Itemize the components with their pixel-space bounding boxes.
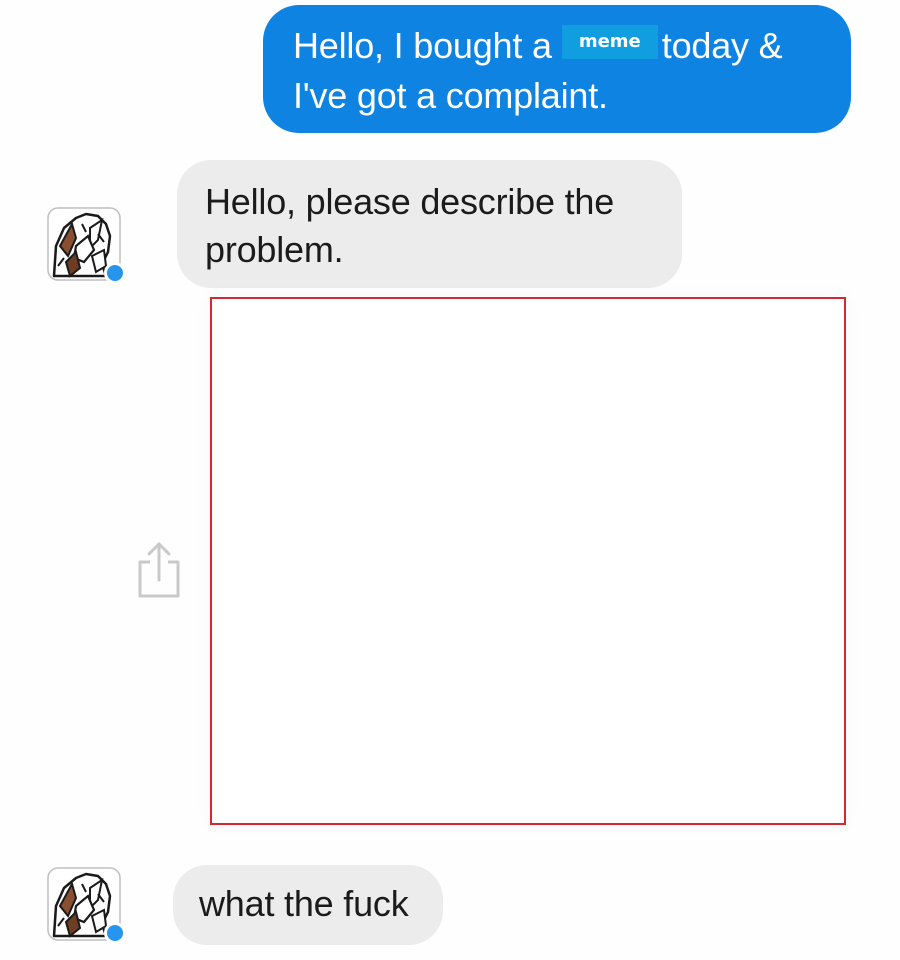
messenger-badge-icon <box>104 262 126 284</box>
contact-avatar[interactable] <box>46 206 126 284</box>
message-text: Hello, I bought a <box>293 25 552 66</box>
outgoing-message-bubble[interactable]: Hello, I bought a meme today & I've got a … <box>263 5 851 133</box>
message-line: what the fuck <box>199 883 409 924</box>
message-line: Hello, please describe the <box>205 181 615 222</box>
message-text: today & <box>661 25 783 66</box>
incoming-message-bubble[interactable]: what the fuck <box>173 865 443 945</box>
incoming-message-bubble[interactable]: Hello, please describe the problem. <box>177 160 682 288</box>
chat-thread: Hello, I bought a meme today & I've got a … <box>0 0 900 960</box>
messenger-badge-icon <box>104 922 126 944</box>
contact-avatar[interactable] <box>46 866 126 944</box>
message-line: problem. <box>205 229 344 270</box>
shared-image[interactable] <box>210 297 846 825</box>
message-line: Hello, I bought a meme today & <box>293 21 831 71</box>
redaction-label: meme <box>561 25 658 59</box>
share-icon[interactable] <box>136 540 182 600</box>
message-line: I've got a complaint. <box>293 75 608 116</box>
